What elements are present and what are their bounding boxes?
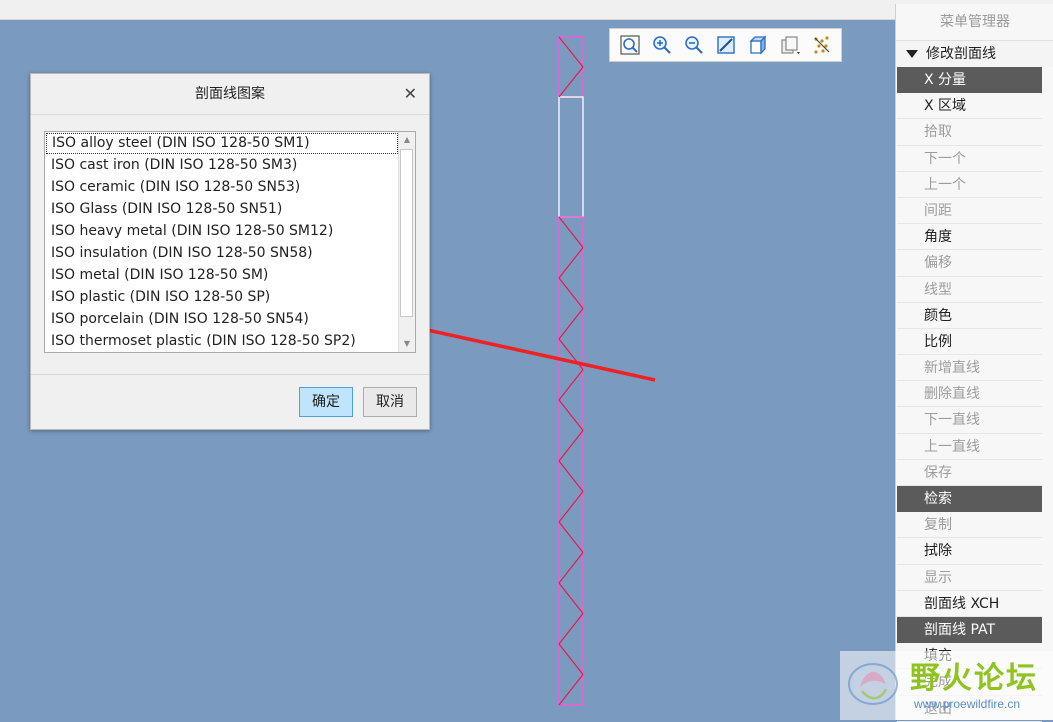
- menu-item[interactable]: 拭除: [897, 538, 1042, 565]
- part-gap: [558, 96, 584, 218]
- zoom-out-icon: [685, 36, 703, 54]
- menu-item: 删除直线: [897, 381, 1042, 408]
- hatch-line: [558, 521, 584, 553]
- menu-item: 上一个: [897, 172, 1042, 198]
- display-style-icon: [814, 36, 830, 54]
- pattern-list: ISO alloy steel (DIN ISO 128-50 SM1) ISO …: [45, 132, 399, 352]
- menu-item[interactable]: 颜色: [897, 303, 1042, 329]
- hatch-line: [558, 66, 584, 98]
- menu-item: 拾取: [897, 119, 1042, 146]
- section-part: [558, 36, 584, 706]
- menu-item[interactable]: 剖面线 XCH: [897, 591, 1042, 617]
- menu-item: 显示: [897, 565, 1042, 591]
- view-orientation-icon: [749, 35, 767, 55]
- dialog-title-bar: 剖面线图案 ✕: [31, 74, 429, 115]
- saved-views-button[interactable]: [774, 31, 806, 59]
- pattern-list-item[interactable]: ISO Glass (DIN ISO 128-50 SN51): [45, 198, 399, 220]
- menu-item: 新增直线: [897, 355, 1042, 382]
- menu-item[interactable]: 比例: [897, 329, 1042, 356]
- menu-item: 复制: [897, 512, 1042, 539]
- scroll-down-icon[interactable]: ▼: [399, 336, 415, 352]
- pattern-list-item[interactable]: ISO insulation (DIN ISO 128-50 SN58): [45, 242, 399, 264]
- repaint-button[interactable]: [710, 31, 742, 59]
- menu-item: 下一直线: [897, 407, 1042, 434]
- menu-item[interactable]: 检索: [897, 486, 1042, 513]
- list-scrollbar[interactable]: ▲ ▼: [398, 132, 415, 352]
- pattern-list-item[interactable]: ISO alloy steel (DIN ISO 128-50 SM1): [46, 133, 398, 154]
- graphics-toolbar: [609, 28, 842, 62]
- hatch-line: [558, 613, 584, 645]
- hatch-line: [558, 399, 584, 431]
- menu-section-modify-xhatch[interactable]: 修改剖面线: [896, 41, 1053, 67]
- dialog-separator: [31, 374, 429, 375]
- pattern-list-item[interactable]: ISO heavy metal (DIN ISO 128-50 SM12): [45, 220, 399, 242]
- hatch-line: [558, 36, 584, 68]
- watermark-logo-icon: [848, 663, 898, 705]
- menu-item[interactable]: X 分量: [897, 67, 1042, 94]
- menu-item: 间距: [897, 198, 1042, 225]
- hatch-line: [558, 369, 584, 401]
- zoom-fit-button[interactable]: [614, 31, 646, 59]
- hatch-line: [558, 216, 584, 248]
- display-style-button[interactable]: [806, 31, 838, 59]
- menu-item[interactable]: 角度: [897, 224, 1042, 251]
- repaint-icon: [717, 36, 735, 54]
- hatch-line: [558, 247, 584, 279]
- hatch-line: [558, 552, 584, 584]
- pattern-list-item[interactable]: ISO plastic (DIN ISO 128-50 SP): [45, 286, 399, 308]
- view-orientation-button[interactable]: [742, 31, 774, 59]
- pattern-list-item[interactable]: ISO cast iron (DIN ISO 128-50 SM3): [45, 154, 399, 176]
- menu-item: 保存: [897, 460, 1042, 486]
- menu-item: 上一直线: [897, 434, 1042, 460]
- scroll-up-icon[interactable]: ▲: [399, 132, 415, 148]
- zoom-in-icon: [653, 36, 671, 54]
- forum-watermark: 野火论坛 www.proewildfire.cn: [840, 651, 1053, 720]
- hatch-pattern-dialog: 剖面线图案 ✕ ISO alloy steel (DIN ISO 128-50 …: [30, 73, 430, 430]
- close-icon[interactable]: ✕: [404, 74, 417, 114]
- pattern-list-item[interactable]: ISO metal (DIN ISO 128-50 SM): [45, 264, 399, 286]
- cancel-button[interactable]: 取消: [363, 387, 417, 417]
- dialog-title: 剖面线图案: [195, 86, 265, 102]
- menu-manager-title: 菜单管理器: [896, 4, 1053, 41]
- ok-button[interactable]: 确定: [299, 387, 353, 417]
- hatch-line: [558, 643, 584, 675]
- zoom-out-button[interactable]: [678, 31, 710, 59]
- collapse-triangle-icon: [906, 50, 918, 58]
- menu-manager: 菜单管理器 修改剖面线 X 分量 X 区域 拾取 下一个 上一个 间距 角度 偏移 线型 颜色 比例…: [895, 4, 1053, 722]
- hatch-line: [558, 582, 584, 614]
- menu-item: 偏移: [897, 250, 1042, 277]
- zoom-fit-icon: [620, 35, 640, 55]
- hatch-line: [558, 430, 584, 462]
- part-top-block: [558, 36, 584, 98]
- menu-item[interactable]: X 区域: [897, 93, 1042, 120]
- menu-section-label: 修改剖面线: [926, 46, 996, 62]
- pattern-listbox[interactable]: ISO alloy steel (DIN ISO 128-50 SM1) ISO …: [44, 131, 416, 353]
- hatch-line: [558, 277, 584, 309]
- watermark-title: 野火论坛: [910, 661, 1038, 696]
- hatch-line: [558, 308, 584, 340]
- saved-views-icon: [781, 36, 800, 54]
- zoom-in-button[interactable]: [646, 31, 678, 59]
- watermark-url: www.proewildfire.cn: [914, 697, 1021, 711]
- hatch-line: [558, 674, 584, 706]
- part-bottom-block: [558, 216, 584, 706]
- menu-item: 下一个: [897, 146, 1042, 172]
- hatch-line: [558, 460, 584, 492]
- menu-item: 线型: [897, 277, 1042, 303]
- pattern-list-item[interactable]: ISO porcelain (DIN ISO 128-50 SN54): [45, 308, 399, 330]
- hatch-line: [558, 491, 584, 523]
- pattern-list-item[interactable]: ISO thermoset plastic (DIN ISO 128-50 SP…: [45, 330, 399, 352]
- pattern-list-item[interactable]: ISO ceramic (DIN ISO 128-50 SN53): [45, 176, 399, 198]
- menu-item[interactable]: 剖面线 PAT: [897, 616, 1042, 644]
- scroll-thumb[interactable]: [400, 149, 413, 317]
- hatch-line: [558, 338, 584, 370]
- menu-item-list: X 分量 X 区域 拾取 下一个 上一个 间距 角度 偏移 线型 颜色 比例 新增直线 删除直线 下一直线…: [897, 67, 1053, 722]
